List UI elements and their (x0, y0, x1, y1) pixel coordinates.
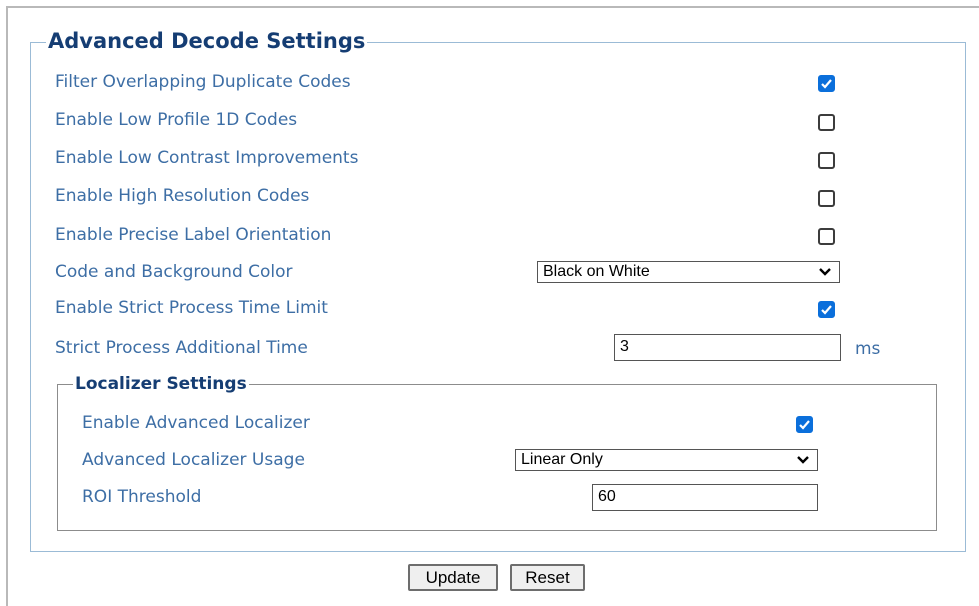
low-profile-1d-checkbox[interactable] (818, 114, 835, 131)
localizer-usage-value: Linear Only (521, 451, 603, 468)
localizer-usage-select[interactable]: Linear Only (515, 449, 818, 471)
precise-orientation-label: Enable Precise Label Orientation (55, 225, 332, 245)
update-button[interactable]: Update (408, 564, 498, 591)
check-icon (821, 79, 832, 89)
check-icon (799, 420, 810, 430)
check-icon (821, 305, 832, 315)
low-contrast-checkbox[interactable] (818, 152, 835, 169)
strict-additional-time-input[interactable]: 3 (614, 334, 841, 361)
reset-button[interactable]: Reset (510, 564, 585, 591)
localizer-usage-label: Advanced Localizer Usage (82, 450, 305, 470)
strict-time-limit-label: Enable Strict Process Time Limit (55, 298, 328, 318)
enable-advanced-localizer-checkbox[interactable] (796, 416, 813, 433)
roi-threshold-input[interactable]: 60 (592, 484, 818, 511)
code-background-color-value: Black on White (543, 263, 650, 280)
chevron-down-icon (797, 456, 809, 464)
code-background-color-select[interactable]: Black on White (537, 261, 840, 283)
strict-additional-time-unit: ms (855, 339, 881, 359)
strict-time-limit-checkbox[interactable] (818, 301, 835, 318)
advanced-decode-title: Advanced Decode Settings (46, 29, 368, 53)
precise-orientation-checkbox[interactable] (818, 228, 835, 245)
filter-overlapping-checkbox[interactable] (818, 75, 835, 92)
high-resolution-checkbox[interactable] (818, 190, 835, 207)
low-profile-1d-label: Enable Low Profile 1D Codes (55, 110, 298, 130)
roi-threshold-label: ROI Threshold (82, 487, 202, 507)
enable-advanced-localizer-label: Enable Advanced Localizer (82, 413, 310, 433)
filter-overlapping-label: Filter Overlapping Duplicate Codes (55, 72, 351, 92)
high-resolution-label: Enable High Resolution Codes (55, 186, 310, 206)
low-contrast-label: Enable Low Contrast Improvements (55, 148, 359, 168)
code-background-color-label: Code and Background Color (55, 262, 293, 282)
localizer-title: Localizer Settings (73, 374, 249, 394)
strict-additional-time-label: Strict Process Additional Time (55, 338, 308, 358)
chevron-down-icon (819, 268, 831, 276)
